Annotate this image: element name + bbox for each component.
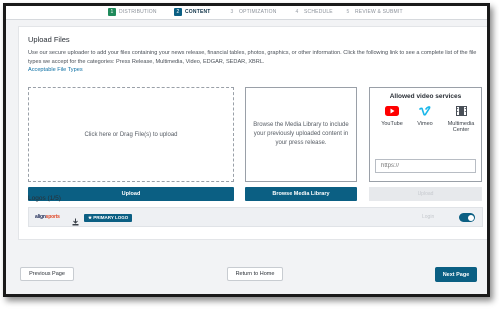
- video-upload-button[interactable]: Upload: [369, 187, 482, 201]
- download-icon[interactable]: [72, 213, 79, 231]
- vimeo-icon: [412, 106, 438, 119]
- service-label: Multimedia Center: [447, 120, 475, 134]
- step-optimization[interactable]: 3 OPTIMIZATION: [228, 8, 277, 16]
- file-dropzone[interactable]: Click here or Drag File(s) to upload: [28, 87, 234, 182]
- step-label: DISTRIBUTION: [119, 9, 157, 15]
- service-youtube[interactable]: YouTube: [378, 106, 406, 127]
- dropzone-label: Click here or Drag File(s) to upload: [84, 131, 178, 138]
- step-number: 1: [108, 8, 116, 16]
- previous-page-button[interactable]: Previous Page: [20, 267, 74, 281]
- panel-title: Upload Files: [28, 35, 70, 44]
- progress-stepper: 1 DISTRIBUTION 2 CONTENT 3 OPTIMIZATION …: [6, 6, 487, 20]
- step-label: SCHEDULE: [304, 9, 333, 15]
- logo-toggle[interactable]: [459, 213, 475, 222]
- youtube-icon: [378, 106, 406, 119]
- service-vimeo[interactable]: Vimeo: [412, 106, 438, 127]
- upload-panel: Upload Files Use our secure uploader to …: [18, 26, 487, 240]
- service-label: YouTube: [381, 120, 403, 127]
- logo-text-accent: sports: [45, 214, 60, 220]
- acceptable-file-types-link[interactable]: Acceptable File Types: [28, 67, 83, 73]
- step-review-submit[interactable]: 5 REVIEW & SUBMIT: [344, 8, 403, 16]
- return-home-button[interactable]: Return to Home: [227, 267, 283, 281]
- browse-media-library-button[interactable]: Browse Media Library: [245, 187, 357, 201]
- app-window: 1 DISTRIBUTION 2 CONTENT 3 OPTIMIZATION …: [3, 3, 490, 297]
- step-label: REVIEW & SUBMIT: [355, 9, 403, 15]
- step-number: 4: [295, 9, 299, 15]
- service-label: Vimeo: [417, 120, 433, 127]
- step-label: OPTIMIZATION: [239, 9, 277, 15]
- film-icon: [443, 106, 479, 119]
- video-url-input[interactable]: [375, 159, 476, 173]
- logo-thumbnail: alignsports: [35, 214, 60, 220]
- step-distribution[interactable]: 1 DISTRIBUTION: [108, 8, 157, 16]
- next-page-button[interactable]: Next Page: [435, 267, 477, 282]
- logo-login-link[interactable]: Login: [422, 214, 434, 220]
- service-multimedia-center[interactable]: Multimedia Center: [443, 106, 479, 134]
- description-text: Use our secure uploader to add your file…: [28, 50, 477, 65]
- primary-logo-badge: ★ PRIMARY LOGO: [84, 214, 133, 222]
- step-number: 5: [346, 9, 350, 15]
- logos-heading: Logos (1/5): [28, 195, 61, 202]
- media-library-text: Browse the Media Library to include your…: [253, 122, 349, 146]
- step-number: 2: [174, 8, 182, 16]
- video-services-box: Allowed video services YouTube Vimeo Mul…: [369, 87, 482, 182]
- media-library-box: Browse the Media Library to include your…: [245, 87, 357, 182]
- upload-description: Use our secure uploader to add your file…: [28, 49, 478, 75]
- step-schedule[interactable]: 4 SCHEDULE: [293, 8, 333, 16]
- step-number: 3: [230, 9, 234, 15]
- video-services-title: Allowed video services: [389, 93, 462, 100]
- step-content[interactable]: 2 CONTENT: [174, 8, 211, 16]
- logo-text: align: [35, 214, 46, 220]
- logo-row: alignsports ★ PRIMARY LOGO Login: [28, 207, 483, 227]
- step-label: CONTENT: [185, 9, 211, 15]
